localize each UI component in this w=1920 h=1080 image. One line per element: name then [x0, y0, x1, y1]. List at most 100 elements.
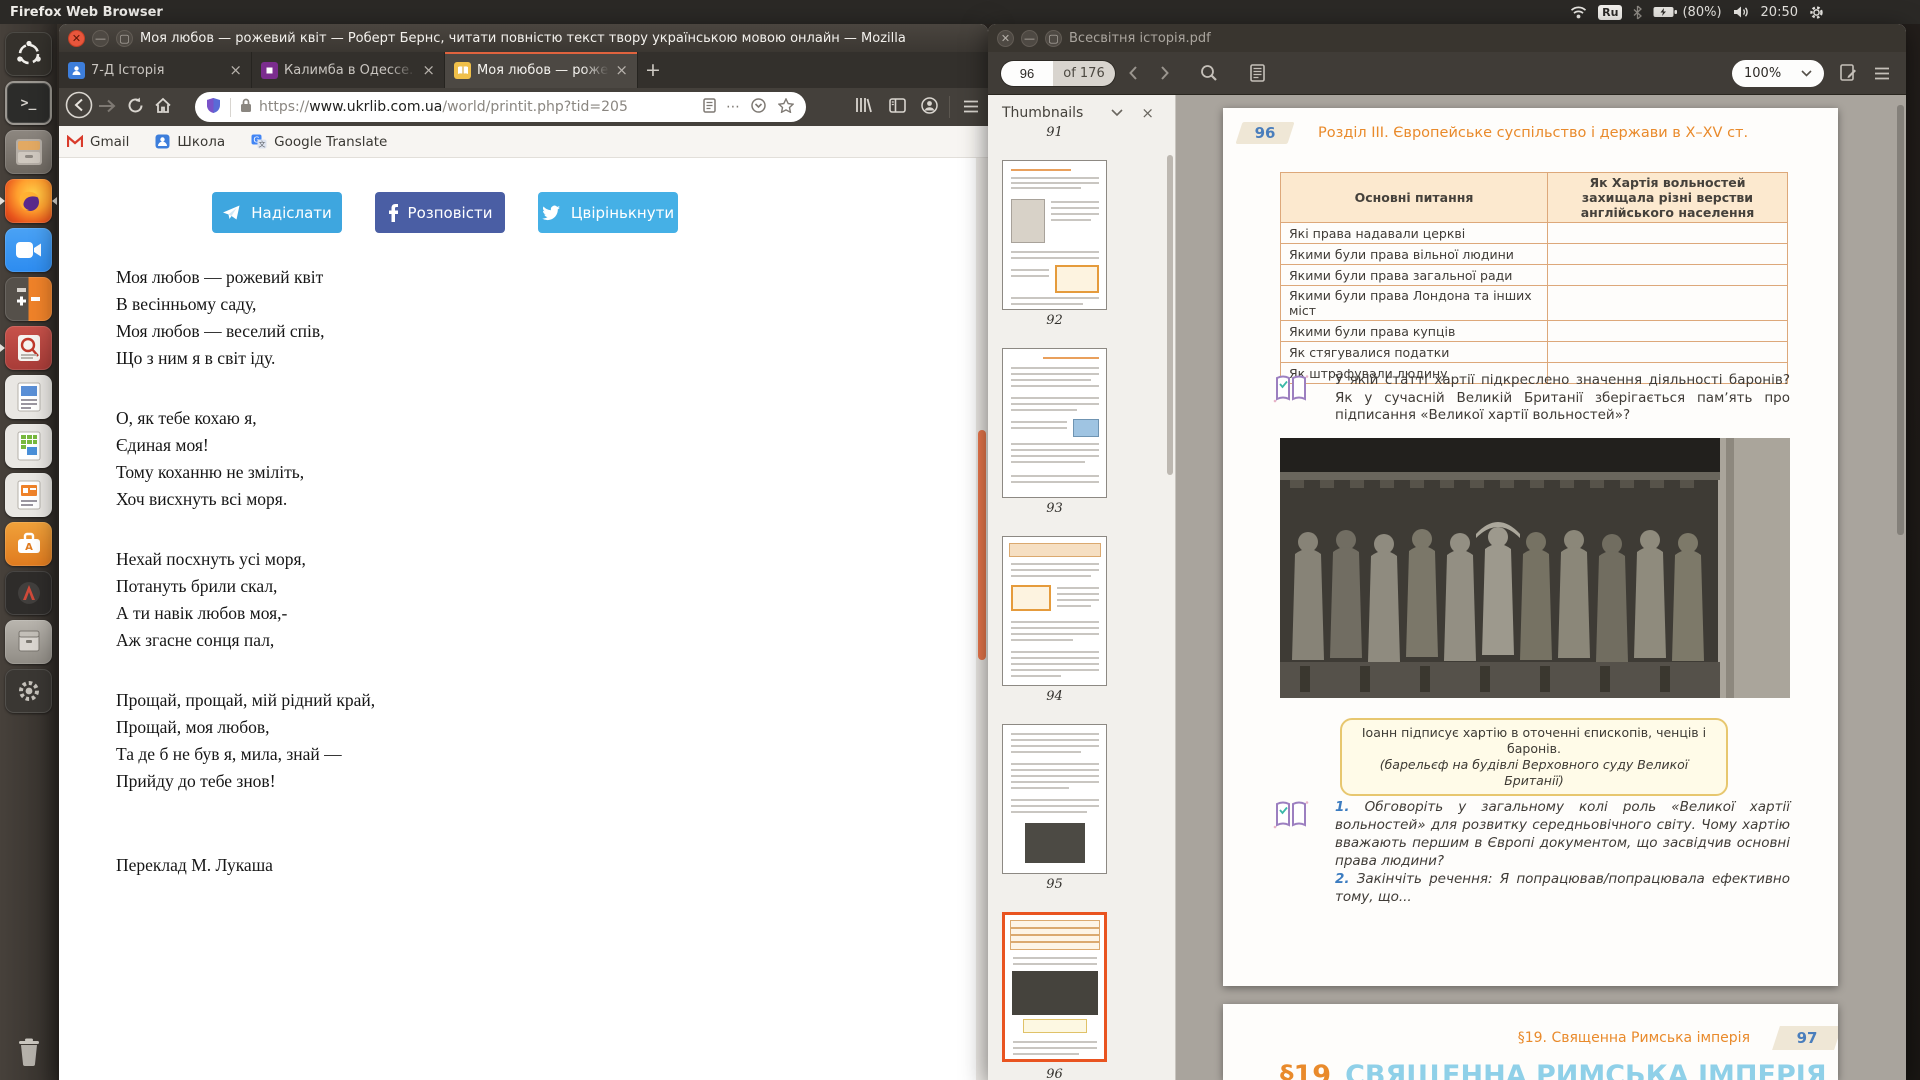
- tab-close-icon[interactable]: ×: [422, 61, 435, 79]
- thumbnail-page-96-selected[interactable]: [1002, 912, 1107, 1062]
- dock-item-firefox[interactable]: [5, 179, 52, 223]
- sidebar-scrollbar-thumb[interactable]: [1167, 155, 1173, 475]
- window-title: Всесвітня історія.pdf: [1069, 31, 1211, 46]
- thumbnail-page-95[interactable]: [1002, 724, 1107, 874]
- dock-item-settings[interactable]: [5, 669, 52, 713]
- bookmark-gmail[interactable]: Gmail: [67, 134, 129, 150]
- lock-icon[interactable]: [230, 98, 252, 117]
- thumbnail-label[interactable]: 91: [1002, 125, 1107, 140]
- table-row: Як стягувалися податки: [1281, 342, 1548, 363]
- tab-close-icon[interactable]: ×: [229, 61, 242, 79]
- thumbnail-label[interactable]: 93: [1002, 501, 1107, 516]
- sidebar-toggle-icon[interactable]: [883, 98, 911, 117]
- bluetooth-icon[interactable]: [1633, 5, 1642, 20]
- tracking-shield-icon[interactable]: [206, 97, 221, 118]
- wifi-icon[interactable]: [1570, 5, 1587, 19]
- dock-item-trash[interactable]: [5, 1030, 52, 1074]
- tab-close-icon[interactable]: ×: [615, 61, 628, 79]
- dock-item-archive-manager[interactable]: [5, 620, 52, 664]
- dock-item-libreoffice-writer[interactable]: [5, 375, 52, 419]
- library-icon[interactable]: [849, 97, 877, 117]
- system-menu-gear-icon[interactable]: [1809, 5, 1824, 20]
- dock-item-calculator[interactable]: [5, 277, 52, 321]
- dock-item-zoom[interactable]: [5, 228, 52, 272]
- page-number-input[interactable]: [1001, 61, 1053, 86]
- caption-line-2: (барельєф на будівлі Верховного суду Вел…: [1352, 757, 1716, 789]
- pdf-page-97-partial: §19. Священна Римська імперія 97 §19СВЯЩ…: [1223, 1004, 1838, 1080]
- open-book-icon: [1273, 800, 1309, 830]
- thumbnail-label[interactable]: 96: [1002, 1067, 1107, 1080]
- launcher-dock: >_ A: [0, 24, 57, 1080]
- dock-item-ubuntu-dash[interactable]: [5, 32, 52, 76]
- next-page-icon[interactable]: [1160, 65, 1170, 81]
- telegram-icon: [222, 204, 241, 221]
- window-maximize-button[interactable]: ▢: [116, 30, 133, 47]
- battery-icon[interactable]: [1653, 6, 1677, 18]
- zoom-level-dropdown[interactable]: 100%: [1732, 60, 1824, 87]
- thumbnail-page-92[interactable]: [1002, 160, 1107, 310]
- tab-poem-active[interactable]: Моя любов — рожевий ×: [445, 52, 638, 88]
- dock-item-files[interactable]: [5, 130, 52, 174]
- volume-icon[interactable]: [1733, 5, 1750, 19]
- page-number-control[interactable]: of 176: [1000, 60, 1116, 87]
- back-button[interactable]: [65, 91, 93, 123]
- dock-item-document-viewer[interactable]: [5, 326, 52, 370]
- twitter-share-button[interactable]: Цвірінькнути: [538, 192, 678, 233]
- menu-hamburger-icon[interactable]: [957, 98, 985, 117]
- account-icon[interactable]: [915, 97, 943, 118]
- bookmark-school[interactable]: Школа: [155, 134, 225, 150]
- dock-item-libreoffice-impress[interactable]: [5, 473, 52, 517]
- pdf-titlebar[interactable]: ✕ — ▢ Всесвітня історія.pdf: [988, 24, 1906, 52]
- bookmarks-toolbar: Gmail Школа G文 Google Translate: [59, 126, 988, 158]
- dock-item-dark-app[interactable]: [5, 571, 52, 615]
- window-minimize-button[interactable]: —: [92, 30, 109, 47]
- annotations-icon[interactable]: [1250, 64, 1265, 82]
- chapter-heading: Розділ III. Європейське суспільство і де…: [1318, 125, 1748, 141]
- thumbnail-label[interactable]: 94: [1002, 689, 1107, 704]
- focused-app-title[interactable]: Firefox Web Browser: [10, 5, 163, 20]
- page-actions-icon[interactable]: ⋯: [726, 99, 741, 115]
- pdf-menu-hamburger-icon[interactable]: [1874, 67, 1890, 80]
- bookmark-star-icon[interactable]: [778, 98, 794, 117]
- bas-relief-photo: [1280, 438, 1790, 698]
- pdf-toolbar: of 176 100%: [988, 52, 1906, 95]
- poem-stanza: Моя любов — рожевий квіт В весінньому са…: [116, 264, 375, 372]
- sidebar-close-icon[interactable]: ×: [1141, 104, 1154, 122]
- search-icon[interactable]: [1200, 64, 1218, 82]
- firefox-titlebar[interactable]: ✕ — ▢ Моя любов — рожевий квіт — Роберт …: [59, 24, 988, 52]
- forward-button[interactable]: [93, 98, 121, 117]
- system-tray[interactable]: Ru (80%) 20:50: [1570, 0, 1824, 24]
- new-tab-button[interactable]: +: [638, 52, 668, 88]
- thumbnail-label[interactable]: 95: [1002, 877, 1107, 892]
- sidebar-title[interactable]: Thumbnails: [1002, 105, 1083, 121]
- dock-item-libreoffice-calc[interactable]: [5, 424, 52, 468]
- home-button[interactable]: [149, 97, 177, 118]
- pocket-icon[interactable]: [751, 98, 766, 117]
- thumbnail-label[interactable]: 92: [1002, 313, 1107, 328]
- clock[interactable]: 20:50: [1761, 5, 1798, 20]
- sidebar-dropdown-chevron-icon[interactable]: [1111, 109, 1123, 117]
- tab-history-class[interactable]: 7-Д Історія ×: [59, 52, 252, 88]
- facebook-share-button[interactable]: Розповісти: [375, 192, 505, 233]
- previous-page-icon[interactable]: [1128, 65, 1138, 81]
- window-close-button[interactable]: ✕: [997, 30, 1014, 47]
- reader-mode-icon[interactable]: [703, 98, 716, 117]
- tab-kalimba[interactable]: Калимба в Одессе. Цен ×: [252, 52, 445, 88]
- url-bar[interactable]: https://www.ukrlib.com.ua/world/printit.…: [195, 92, 806, 122]
- keyboard-layout-indicator[interactable]: Ru: [1598, 5, 1622, 20]
- scrollbar-thumb[interactable]: [978, 430, 986, 660]
- thumbnail-page-94[interactable]: [1002, 536, 1107, 686]
- telegram-share-button[interactable]: Надіслати: [212, 192, 342, 233]
- thumbnail-page-93[interactable]: [1002, 348, 1107, 498]
- side-pane-edit-icon[interactable]: [1840, 64, 1857, 83]
- window-minimize-button[interactable]: —: [1021, 30, 1038, 47]
- dock-item-ubuntu-software[interactable]: A: [5, 522, 52, 566]
- window-maximize-button[interactable]: ▢: [1045, 30, 1062, 47]
- firefox-scrollbar[interactable]: [976, 158, 988, 1080]
- reload-button[interactable]: [121, 97, 149, 118]
- bookmark-google-translate[interactable]: G文 Google Translate: [251, 134, 387, 150]
- dock-item-terminal[interactable]: >_: [5, 81, 52, 125]
- window-close-button[interactable]: ✕: [68, 30, 85, 47]
- pdf-scrollbar-thumb[interactable]: [1897, 105, 1904, 535]
- toolbar-separator: [949, 96, 950, 118]
